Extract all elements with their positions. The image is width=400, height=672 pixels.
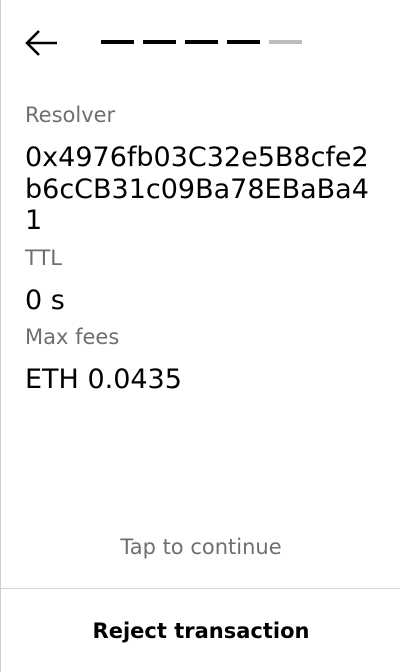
ttl-label: TTL <box>25 245 62 270</box>
transaction-details: Resolver 0x4976fb03C32e5B8cfe2b6cCB31c09… <box>25 102 377 396</box>
max-fees-value: ETH 0.0435 <box>25 364 182 395</box>
arrow-left-icon <box>25 30 57 56</box>
resolver-field: Resolver 0x4976fb03C32e5B8cfe2b6cCB31c09… <box>25 102 377 237</box>
progress-step-complete <box>101 40 134 44</box>
progress-step-complete <box>185 40 218 44</box>
tap-to-continue-hint[interactable]: Tap to continue <box>1 532 400 562</box>
progress-step-complete <box>143 40 176 44</box>
reject-transaction-button[interactable]: Reject transaction <box>1 589 400 672</box>
max-fees-field: Max fees ETH 0.0435 <box>25 324 377 396</box>
progress-step-complete <box>227 40 260 44</box>
ttl-field: TTL 0 s <box>25 245 377 317</box>
progress-indicator <box>101 40 302 44</box>
progress-step-pending <box>269 40 302 44</box>
ttl-value: 0 s <box>25 284 65 316</box>
back-button[interactable] <box>21 26 61 60</box>
resolver-label: Resolver <box>25 103 116 127</box>
resolver-value: 0x4976fb03C32e5B8cfe2b6cCB31c09Ba78EBaBa… <box>25 142 369 236</box>
max-fees-label: Max fees <box>25 325 120 349</box>
header <box>1 0 400 90</box>
